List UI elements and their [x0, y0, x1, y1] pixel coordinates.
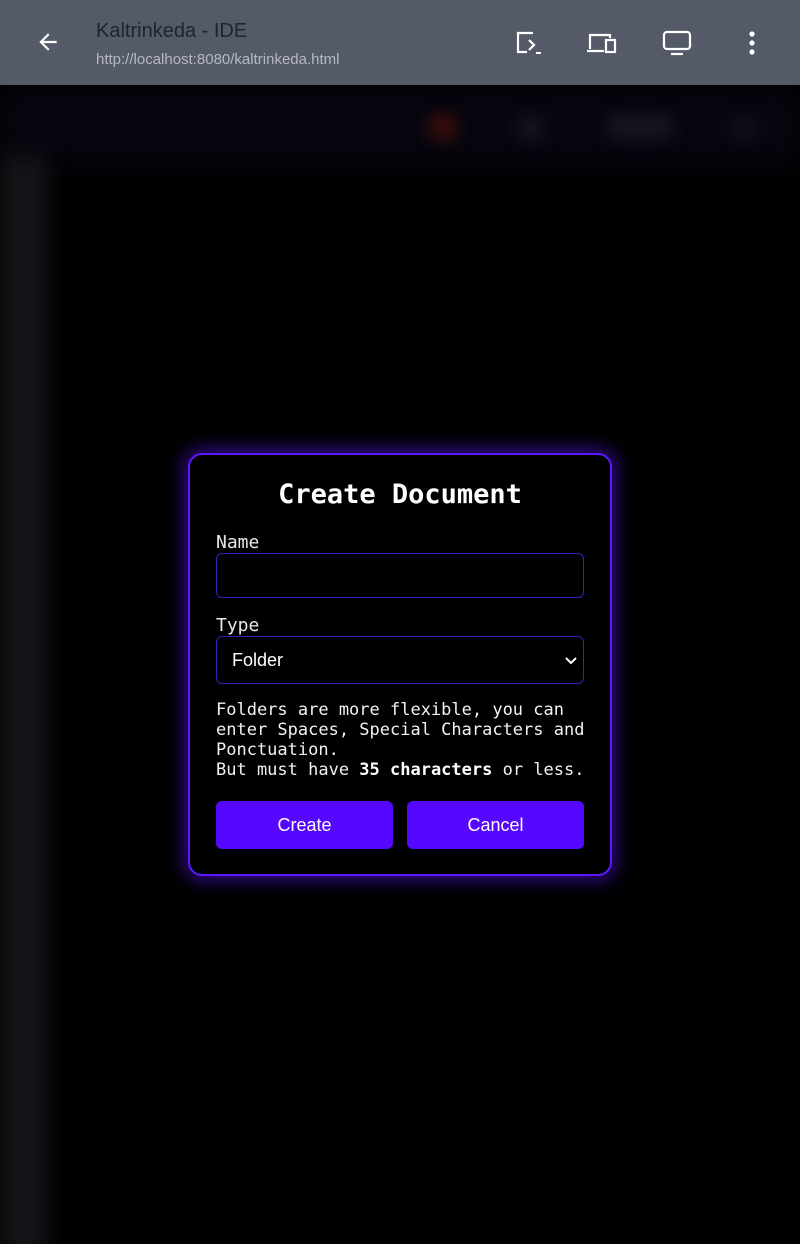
character-limit: 35 characters — [359, 760, 493, 780]
chevron-down-icon — [565, 657, 577, 665]
name-input[interactable] — [216, 553, 584, 598]
monitor-button[interactable] — [657, 24, 697, 62]
back-arrow-icon — [39, 33, 57, 51]
type-label: Type — [216, 615, 260, 636]
type-select[interactable]: Folder — [216, 636, 584, 684]
help-text: Folders are more flexible, you can enter… — [216, 700, 588, 780]
help-line-2-suffix: or less. — [492, 760, 585, 780]
cancel-button[interactable]: Cancel — [407, 801, 584, 849]
browser-toolbar: Kaltrinkeda - IDE http://localhost:8080/… — [0, 0, 800, 85]
page-title: Kaltrinkeda - IDE — [96, 20, 248, 42]
name-label: Name — [216, 532, 260, 553]
type-selected-value: Folder — [232, 650, 284, 670]
devices-icon — [587, 33, 617, 54]
monitor-icon — [662, 30, 692, 56]
ide-header-blurred — [0, 85, 800, 165]
devices-button[interactable] — [582, 24, 622, 62]
back-button[interactable] — [28, 22, 68, 62]
dialog-title: Create Document — [278, 479, 522, 510]
more-vertical-icon — [749, 31, 755, 55]
blurred-icon — [730, 115, 760, 141]
create-button[interactable]: Create — [216, 801, 393, 849]
cast-screen-button[interactable] — [507, 24, 547, 62]
blurred-icon — [515, 115, 545, 141]
help-line-2-prefix: But must have — [216, 760, 360, 780]
more-options-button[interactable] — [732, 24, 772, 62]
create-document-dialog: Create Document Name Type Folder Folders… — [188, 453, 612, 876]
help-line-1: Folders are more flexible, you can enter… — [216, 700, 585, 760]
blurred-red-icon — [428, 113, 458, 141]
blurred-button — [605, 115, 675, 139]
ide-sidebar-blurred — [0, 155, 48, 1244]
page-url[interactable]: http://localhost:8080/kaltrinkeda.html — [96, 51, 339, 68]
cast-screen-icon — [516, 31, 541, 54]
